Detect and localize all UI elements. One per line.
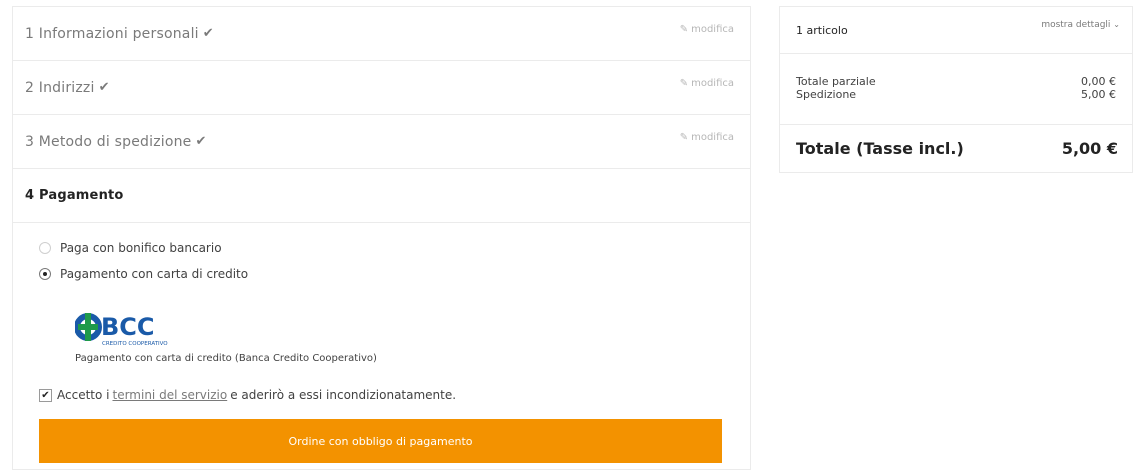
summary-total: Totale (Tasse incl.) 5,00 € bbox=[780, 125, 1132, 172]
check-icon: ✔ bbox=[195, 134, 207, 149]
bcc-logo: BCC CREDITO COOPERATIVO bbox=[75, 313, 168, 347]
step-header[interactable]: 3 Metodo di spedizione ✔ ✎ modifica bbox=[13, 115, 750, 168]
place-order-button[interactable]: Ordine con obbligo di pagamento bbox=[39, 419, 722, 463]
edit-link[interactable]: ✎ modifica bbox=[680, 24, 734, 35]
radio-bank-transfer[interactable] bbox=[39, 242, 51, 254]
details-label: mostra dettagli bbox=[1041, 20, 1111, 30]
payment-option-credit-card[interactable]: Pagamento con carta di credito bbox=[39, 261, 724, 287]
chevron-down-icon: ⌄ bbox=[1113, 20, 1120, 29]
checkout-steps: 1 Informazioni personali ✔ ✎ modifica 2 … bbox=[12, 6, 751, 470]
pencil-icon: ✎ bbox=[679, 24, 689, 35]
radio-credit-card[interactable] bbox=[39, 268, 51, 280]
payment-option-label: Paga con bonifico bancario bbox=[60, 241, 222, 255]
step-addresses[interactable]: 2 Indirizzi ✔ ✎ modifica bbox=[12, 60, 751, 114]
terms-row: ✔ Accetto i termini del servizio e aderi… bbox=[39, 386, 724, 404]
shipping-value: 5,00 € bbox=[1081, 88, 1116, 101]
svg-text:CREDITO COOPERATIVO: CREDITO COOPERATIVO bbox=[102, 341, 168, 347]
subtotal-value: 0,00 € bbox=[1081, 75, 1116, 88]
shipping-label: Spedizione bbox=[796, 88, 857, 101]
check-icon: ✔ bbox=[202, 26, 214, 41]
step-title: 4 Pagamento bbox=[25, 188, 124, 203]
edit-label: modifica bbox=[691, 24, 734, 35]
summary-header: 1 articolo mostra dettagli ⌄ bbox=[780, 7, 1132, 54]
summary-lines: Totale parziale 0,00 € Spedizione 5,00 € bbox=[780, 54, 1132, 125]
payment-options: Paga con bonifico bancario Pagamento con… bbox=[13, 223, 750, 470]
payment-option-bank-transfer[interactable]: Paga con bonifico bancario bbox=[39, 235, 724, 261]
step-payment: 4 Pagamento Paga con bonifico bancario P… bbox=[12, 168, 751, 470]
show-details-toggle[interactable]: mostra dettagli ⌄ bbox=[1041, 20, 1120, 30]
terms-checkbox[interactable]: ✔ bbox=[39, 388, 52, 402]
step-header[interactable]: 1 Informazioni personali ✔ ✎ modifica bbox=[13, 7, 750, 60]
step-title: 3 Metodo di spedizione bbox=[25, 133, 192, 150]
edit-label: modifica bbox=[691, 78, 734, 89]
item-count: 1 articolo bbox=[796, 23, 848, 37]
step-header[interactable]: 2 Indirizzi ✔ ✎ modifica bbox=[13, 61, 750, 114]
step-shipping-method[interactable]: 3 Metodo di spedizione ✔ ✎ modifica bbox=[12, 114, 751, 168]
subtotal-label: Totale parziale bbox=[796, 75, 876, 88]
bank-logo-block: BCC CREDITO COOPERATIVO Pagamento con ca… bbox=[39, 287, 724, 364]
svg-text:BCC: BCC bbox=[101, 313, 155, 341]
terms-suffix: e aderirò a essi incondizionatamente. bbox=[230, 388, 457, 402]
cart-summary: 1 articolo mostra dettagli ⌄ Totale parz… bbox=[779, 6, 1133, 173]
shipping-line: Spedizione 5,00 € bbox=[796, 88, 1116, 101]
edit-label: modifica bbox=[691, 132, 734, 143]
check-icon: ✔ bbox=[98, 80, 110, 95]
step-personal-info[interactable]: 1 Informazioni personali ✔ ✎ modifica bbox=[12, 6, 751, 60]
total-label: Totale (Tasse incl.) bbox=[796, 139, 964, 158]
payment-option-label: Pagamento con carta di credito bbox=[60, 267, 249, 281]
pencil-icon: ✎ bbox=[679, 132, 689, 143]
pencil-icon: ✎ bbox=[679, 78, 689, 89]
step-title: 2 Indirizzi bbox=[25, 79, 95, 96]
edit-link[interactable]: ✎ modifica bbox=[680, 78, 734, 89]
edit-link[interactable]: ✎ modifica bbox=[680, 132, 734, 143]
bank-caption: Pagamento con carta di credito (Banca Cr… bbox=[75, 353, 377, 364]
step-title: 1 Informazioni personali bbox=[25, 25, 199, 42]
total-value: 5,00 € bbox=[1061, 139, 1118, 158]
terms-prefix: Accetto i bbox=[57, 388, 110, 402]
terms-link[interactable]: termini del servizio bbox=[112, 388, 227, 402]
step-header: 4 Pagamento bbox=[13, 169, 750, 223]
subtotal-line: Totale parziale 0,00 € bbox=[796, 75, 1116, 88]
